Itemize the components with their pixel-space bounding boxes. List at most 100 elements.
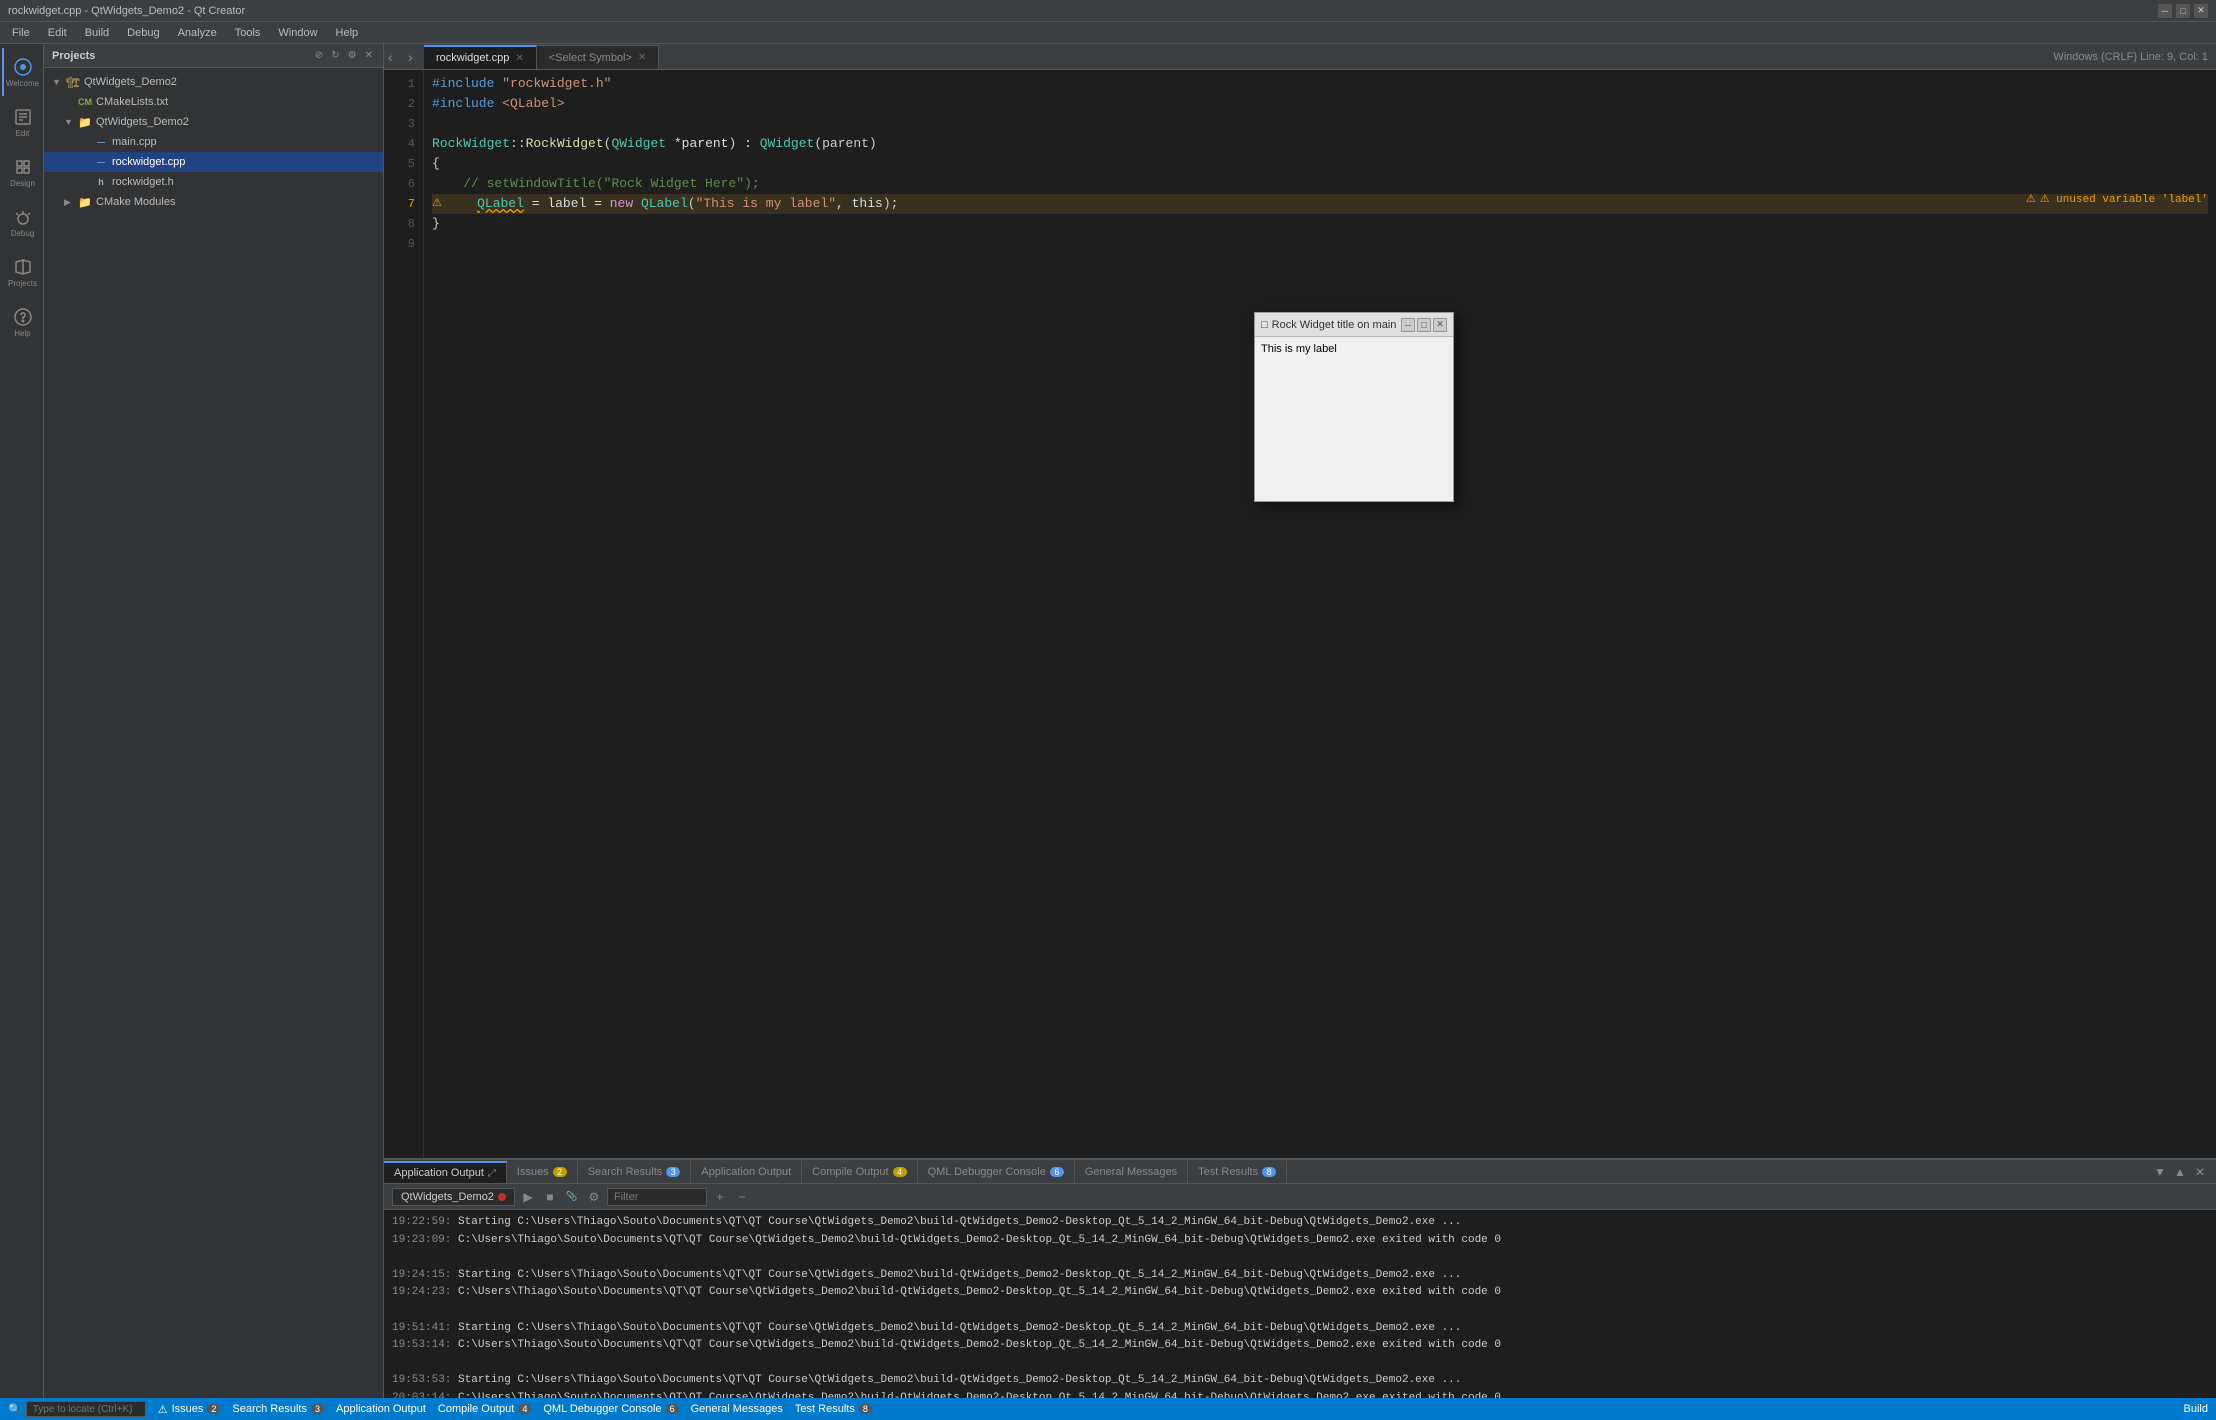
qt-minimize-button[interactable]: ─ (1401, 318, 1415, 332)
sidebar-item-debug[interactable]: Debug (2, 198, 42, 246)
stop-icon[interactable] (498, 1193, 506, 1201)
line-numbers: 1 2 3 4 5 6 7 8 9 (384, 70, 424, 1158)
locate-input[interactable] (26, 1401, 146, 1417)
code-line-8: } (432, 214, 2208, 234)
qt-label-text: This is my label (1261, 343, 1337, 355)
tree-item-cmake[interactable]: CM CMakeLists.txt (44, 92, 383, 112)
collapse-panel-button[interactable]: ▼ (2152, 1164, 2168, 1180)
menu-item-help[interactable]: Help (328, 25, 367, 41)
tree-item-rockwidget-cpp[interactable]: — rockwidget.cpp (44, 152, 383, 172)
projects-header-actions: ⊘ ↻ ⚙ ✕ (313, 50, 375, 61)
run-button[interactable]: ▶ (519, 1188, 537, 1206)
qt-window-content: This is my label (1255, 337, 1453, 501)
general-msg-status[interactable]: General Messages (691, 1403, 783, 1415)
qml-badge: 6 (666, 1404, 679, 1414)
issues-status[interactable]: ⚠ Issues 2 (158, 1403, 221, 1416)
general-msg-label: General Messages (691, 1403, 783, 1415)
sidebar-item-edit[interactable]: Edit (2, 98, 42, 146)
menu-item-tools[interactable]: Tools (227, 25, 269, 41)
test-results-label: Test Results (795, 1403, 855, 1415)
qt-maximize-button[interactable]: □ (1417, 318, 1431, 332)
tree-item-folder[interactable]: ▼ 📁 QtWidgets_Demo2 (44, 112, 383, 132)
tab-label: rockwidget.cpp (436, 52, 509, 64)
code-line-9 (432, 234, 2208, 254)
qt-close-button[interactable]: ✕ (1433, 318, 1447, 332)
tab-application-output-2[interactable]: Application Output (691, 1161, 802, 1183)
stop-button[interactable]: ■ (541, 1188, 559, 1206)
code-line-6: // setWindowTitle("Rock Widget Here"); (432, 174, 2208, 194)
tree-arrow: ▼ (64, 117, 74, 127)
output-line: 19:53:14: C:\Users\Thiago\Souto\Document… (392, 1337, 2208, 1355)
tab-compile-output[interactable]: Compile Output 4 (802, 1161, 917, 1183)
tab-close-icon[interactable]: ✕ (515, 53, 523, 64)
code-content[interactable]: #include "rockwidget.h" #include <QLabel… (424, 70, 2216, 1158)
search-locate[interactable]: 🔍 (8, 1401, 146, 1417)
sidebar-label-design: Design (10, 179, 35, 188)
minimize-button[interactable]: ─ (2158, 4, 2172, 18)
compile-status[interactable]: Compile Output 4 (438, 1403, 531, 1415)
line-num: 6 (384, 174, 415, 194)
sidebar-item-projects[interactable]: Projects (2, 248, 42, 296)
menu-item-debug[interactable]: Debug (119, 25, 167, 41)
sync-button[interactable]: ↻ (329, 50, 341, 61)
tab-application-output[interactable]: Application Output ⤢ (384, 1161, 507, 1183)
menu-item-edit[interactable]: Edit (40, 25, 75, 41)
expand-icon[interactable]: ⤢ (488, 1168, 496, 1179)
tab-close-icon[interactable]: ✕ (638, 52, 646, 63)
sidebar-item-welcome[interactable]: Welcome (2, 48, 42, 96)
settings-button[interactable]: ⚙ (585, 1188, 603, 1206)
tree-label: rockwidget.h (112, 176, 174, 188)
filter-button[interactable]: ⊘ (313, 50, 325, 61)
tab-label: Search Results (588, 1166, 663, 1178)
tab-qml-debugger[interactable]: QML Debugger Console 6 (918, 1161, 1075, 1183)
tab-issues[interactable]: Issues 2 (507, 1161, 578, 1183)
build-status[interactable]: Build (2184, 1403, 2208, 1415)
tab-test-results[interactable]: Test Results 8 (1188, 1161, 1287, 1183)
project-icon: 🏗 (66, 75, 80, 89)
tab-label: Issues (517, 1166, 549, 1178)
close-panel-button[interactable]: ✕ (2192, 1164, 2208, 1180)
tab-editor-prev[interactable]: ‹ (384, 45, 404, 69)
tab-select-symbol[interactable]: <Select Symbol> ✕ (537, 45, 660, 69)
close-panel-button[interactable]: ✕ (363, 50, 375, 61)
project-output-tab[interactable]: QtWidgets_Demo2 (392, 1188, 515, 1206)
menu-item-file[interactable]: File (4, 25, 38, 41)
tab-editor-next[interactable]: › (404, 45, 424, 69)
h-icon: h (94, 175, 108, 189)
tab-search-results[interactable]: Search Results 3 (578, 1161, 692, 1183)
tree-item-rockwidget-h[interactable]: h rockwidget.h (44, 172, 383, 192)
remove-button[interactable]: − (733, 1188, 751, 1206)
settings-button[interactable]: ⚙ (346, 50, 359, 61)
add-button[interactable]: + (711, 1188, 729, 1206)
tab-general-messages[interactable]: General Messages (1075, 1161, 1188, 1183)
search-results-label: Search Results (232, 1403, 307, 1415)
test-results-status[interactable]: Test Results 8 (795, 1403, 872, 1415)
tab-label: General Messages (1085, 1166, 1177, 1178)
tab-label: QML Debugger Console (928, 1166, 1046, 1178)
maximize-panel-button[interactable]: ▲ (2172, 1164, 2188, 1180)
issues-badge: 2 (207, 1404, 220, 1414)
line-num: 3 (384, 114, 415, 134)
output-filter-input[interactable] (607, 1188, 707, 1206)
search-results-status[interactable]: Search Results 3 (232, 1403, 324, 1415)
menu-item-window[interactable]: Window (270, 25, 325, 41)
sidebar-item-help[interactable]: Help (2, 298, 42, 346)
tree-item-cmake-modules[interactable]: ▶ 📁 CMake Modules (44, 192, 383, 212)
tree-label: QtWidgets_Demo2 (96, 116, 189, 128)
title-bar: rockwidget.cpp - QtWidgets_Demo2 - Qt Cr… (0, 0, 2216, 22)
close-button[interactable]: ✕ (2194, 4, 2208, 18)
warning-annotation: ⚠ ⚠ unused variable 'label' (2026, 190, 2208, 210)
attach-button[interactable]: 📎 (563, 1188, 581, 1206)
menu-item-analyze[interactable]: Analyze (170, 25, 225, 41)
qml-debug-status[interactable]: QML Debugger Console 6 (543, 1403, 678, 1415)
menu-item-build[interactable]: Build (77, 25, 117, 41)
tree-item-main-cpp[interactable]: — main.cpp (44, 132, 383, 152)
app-output-status[interactable]: Application Output (336, 1403, 426, 1415)
warning-text: ⚠ unused variable 'label' (2040, 190, 2208, 210)
tree-item-root[interactable]: ▼ 🏗 QtWidgets_Demo2 (44, 72, 383, 92)
sidebar-item-design[interactable]: Design (2, 148, 42, 196)
maximize-button[interactable]: □ (2176, 4, 2190, 18)
qt-application-window[interactable]: □ Rock Widget title on main ─ □ ✕ This i… (1254, 312, 1454, 502)
cmake-icon: CM (78, 95, 92, 109)
tab-rockwidget-cpp[interactable]: rockwidget.cpp ✕ (424, 45, 537, 69)
